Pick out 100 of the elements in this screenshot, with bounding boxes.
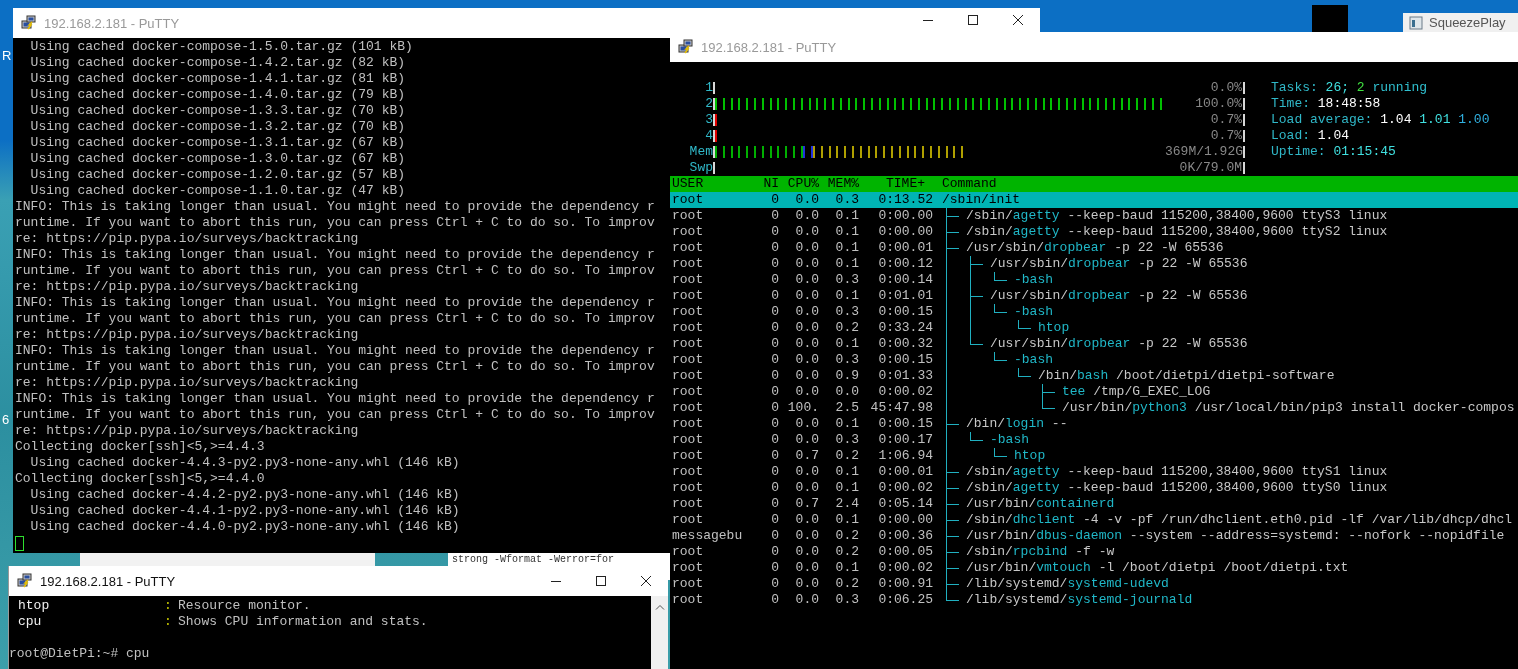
command-text: /usr/sbin/dropbear -p 22 -W 65536 — [966, 240, 1224, 256]
table-cell-text: 0 — [770, 336, 779, 352]
table-cell-text: 0:00.12 — [877, 256, 933, 272]
desktop-icon-label[interactable]: R — [2, 48, 12, 63]
table-cell-text: root — [671, 208, 705, 224]
column-header[interactable]: Command — [933, 176, 997, 192]
desktop-icon-label[interactable]: 6 — [2, 412, 10, 427]
process-row[interactable]: root 0 100. 2.5 45:47.98 /usr/bin/python3 /usr/local/bin/pip3 install docker-compos — [670, 400, 1518, 416]
process-row[interactable]: root 0 0.0 0.3 0:00.15 -bash — [670, 352, 1518, 368]
command-text: -bash — [1014, 352, 1053, 368]
table-cell-text: 0.0 — [794, 384, 819, 400]
table-cell-text: 0.0 — [794, 256, 819, 272]
table-cell-text: 0 — [770, 400, 779, 416]
command-text: /usr/sbin/dropbear -p 22 -W 65536 — [990, 288, 1248, 304]
command-text: -bash — [1014, 272, 1053, 288]
process-row[interactable]: root 0 0.0 0.1 0:00.02 /sbin/agetty --keep-baud 115200,38400,9600 ttyS0 linux — [670, 480, 1518, 496]
table-cell-text: 0.0 — [794, 304, 819, 320]
table-cell-text: 0:00.00 — [877, 224, 933, 240]
table-cell-text: 0.1 — [834, 512, 859, 528]
background-window-title[interactable]: SqueezePlay — [1403, 13, 1518, 32]
table-cell-text: 0.3 — [834, 304, 859, 320]
scrollbar[interactable] — [651, 596, 668, 669]
terminal-line: Using cached docker-compose-1.5.0.tar.gz (101 kB) — [29, 39, 414, 55]
command-text: htop — [1014, 448, 1046, 464]
process-row[interactable]: root 0 0.0 0.2 0:00.91 /lib/systemd/systemd-udevd — [670, 576, 1518, 592]
table-cell-text: 0:06.25 — [877, 592, 933, 608]
status-line: Tasks: 26; 2 running — [1271, 80, 1429, 96]
process-row[interactable]: root 0 0.0 0.1 0:00.00 /sbin/agetty --keep-baud 115200,38400,9600 ttyS3 linux — [670, 208, 1518, 224]
command-text: /sbin/init — [942, 192, 1021, 208]
process-row[interactable]: root 0 0.7 0.2 1:06.94 htop — [670, 448, 1518, 464]
process-row[interactable]: root 0 0.7 2.4 0:05.14 /usr/bin/containerd — [670, 496, 1518, 512]
column-header[interactable]: TIME+ — [859, 176, 933, 192]
table-cell-text: 0.2 — [834, 576, 859, 592]
process-row[interactable]: root 0 0.0 0.3 0:06.25 /lib/systemd/systemd-journald — [670, 592, 1518, 608]
process-row[interactable]: messagebu 0 0.0 0.2 0:00.36 /usr/bin/dbus-daemon --system --address=systemd: --nofork --nopidfile — [670, 528, 1518, 544]
terminal-line: runtime. If you want to abort this run, you can press Ctrl + C to do so. To improv — [15, 215, 656, 231]
table-cell-text: 0.3 — [834, 272, 859, 288]
column-header[interactable]: USER — [670, 176, 758, 192]
terminal-line: re: https://pip.pypa.io/surveys/backtracking — [15, 375, 360, 391]
process-row[interactable]: root 0 0.0 0.2 0:33.24 htop — [670, 320, 1518, 336]
table-cell-text: 0.0 — [834, 384, 859, 400]
status-line: Load: 1.04 — [1271, 128, 1351, 144]
process-row[interactable]: root 0 0.0 0.1 0:01.01 /usr/sbin/dropbear -p 22 -W 65536 — [670, 288, 1518, 304]
command-text: /sbin/rpcbind -f -w — [966, 544, 1115, 560]
command-text: /usr/sbin/dropbear -p 22 -W 65536 — [990, 256, 1248, 272]
terminal-line: Using cached docker-compose-1.4.0.tar.gz (79 kB) — [29, 87, 407, 103]
column-header[interactable]: MEM% — [819, 176, 859, 192]
table-cell-text: root — [671, 464, 705, 480]
terminal-line: re: https://pip.pypa.io/surveys/backtracking — [15, 231, 360, 247]
table-cell-text: 0.0 — [794, 592, 819, 608]
process-row[interactable]: root 0 0.0 0.0 0:00.02 tee /tmp/G_EXEC_LOG — [670, 384, 1518, 400]
column-header[interactable]: NI — [758, 176, 779, 192]
computer-icon — [21, 15, 37, 31]
table-cell-text: root — [671, 320, 705, 336]
terminal-line: re: https://pip.pypa.io/surveys/backtracking — [15, 327, 360, 343]
table-cell-text: 0:00.32 — [877, 336, 933, 352]
table-cell-text: root — [671, 368, 705, 384]
table-cell-text: 0:00.02 — [877, 560, 933, 576]
table-cell-text: 0.0 — [794, 192, 819, 208]
process-row[interactable]: root 0 0.0 0.1 0:00.01 /sbin/agetty --keep-baud 115200,38400,9600 ttyS1 linux — [670, 464, 1518, 480]
terminal-line: Using cached docker-compose-1.4.1.tar.gz (81 kB) — [29, 71, 407, 87]
meter-label: Swp — [688, 160, 713, 176]
terminal-line: INFO: This is taking longer than usual. You might need to provide the dependency r — [15, 247, 656, 263]
process-row[interactable]: root 0 0.0 0.1 0:00.12 /usr/sbin/dropbear -p 22 -W 65536 — [670, 256, 1518, 272]
terminal-line: runtime. If you want to abort this run, you can press Ctrl + C to do so. To improv — [15, 407, 656, 423]
table-cell-text: 0.0 — [794, 208, 819, 224]
column-header[interactable]: CPU% — [779, 176, 819, 192]
process-row[interactable]: root 0 0.0 0.3 0:00.15 -bash — [670, 304, 1518, 320]
table-cell-text: 0.3 — [834, 352, 859, 368]
table-cell-text: 0.3 — [834, 432, 859, 448]
process-row[interactable]: root 0 0.0 0.3 0:13.52 /sbin/init — [670, 192, 1518, 208]
process-row[interactable]: root 0 0.0 0.3 0:00.17 -bash — [670, 432, 1518, 448]
meter-reading: 369M/1.92G — [1165, 146, 1245, 158]
process-row[interactable]: root 0 0.0 0.2 0:00.05 /sbin/rpcbind -f -w — [670, 544, 1518, 560]
table-cell-text: 0:00.00 — [877, 512, 933, 528]
meter-label: 3 — [704, 112, 713, 128]
process-row[interactable]: root 0 0.0 0.1 0:00.00 /sbin/agetty --keep-baud 115200,38400,9600 ttyS2 linux — [670, 224, 1518, 240]
table-cell-text: 0 — [770, 320, 779, 336]
process-row[interactable]: root 0 0.0 0.1 0:00.00 /sbin/dhclient -4 -v -pf /run/dhclient.eth0.pid -lf /var/lib/dhcp/dhcl — [670, 512, 1518, 528]
process-row[interactable]: root 0 0.0 0.3 0:00.14 -bash — [670, 272, 1518, 288]
process-row[interactable]: root 0 0.0 0.1 0:00.01 /usr/sbin/dropbear -p 22 -W 65536 — [670, 240, 1518, 256]
command-text: tee /tmp/G_EXEC_LOG — [1062, 384, 1211, 400]
table-cell-text: 0:00.01 — [877, 464, 933, 480]
process-row[interactable]: root 0 0.0 0.1 0:00.15 /bin/login -- — [670, 416, 1518, 432]
table-cell-text: 0.0 — [794, 576, 819, 592]
table-cell-text: 0:00.15 — [877, 416, 933, 432]
table-cell-text: 0 — [770, 592, 779, 608]
computer-icon — [17, 573, 33, 589]
process-row[interactable]: root 0 0.0 0.1 0:00.32 /usr/sbin/dropbear -p 22 -W 65536 — [670, 336, 1518, 352]
table-cell-text: root — [671, 384, 705, 400]
table-cell-text: 0 — [770, 416, 779, 432]
table-cell-text: 0.3 — [834, 592, 859, 608]
process-row[interactable]: root 0 0.0 0.9 0:01.33 /bin/bash /boot/dietpi/dietpi-software — [670, 368, 1518, 384]
text-cursor — [15, 536, 24, 551]
meter-label: 2 — [704, 96, 713, 112]
table-cell-text: 0:13.52 — [877, 192, 933, 208]
process-row[interactable]: root 0 0.0 0.1 0:00.02 /usr/bin/vmtouch -l /boot/dietpi /boot/dietpi.txt — [670, 560, 1518, 576]
scroll-up-icon[interactable] — [654, 604, 665, 610]
terminal-line: runtime. If you want to abort this run, you can press Ctrl + C to do so. To improv — [15, 311, 656, 327]
command-text: /lib/systemd/systemd-journald — [966, 592, 1193, 608]
